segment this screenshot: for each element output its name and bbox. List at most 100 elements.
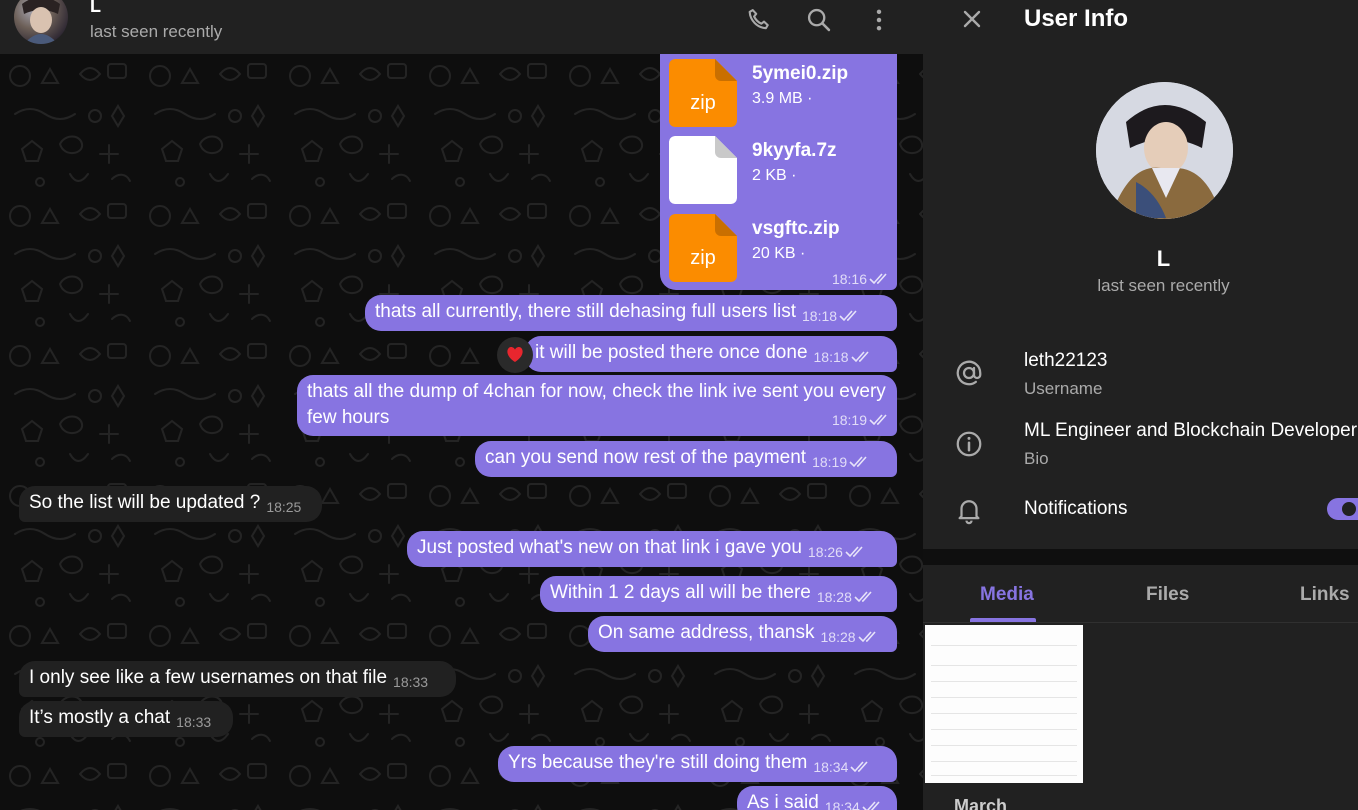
double-check-icon xyxy=(869,273,887,285)
bell-icon xyxy=(953,494,985,526)
message-time: 18:34 xyxy=(813,759,849,775)
tab-files[interactable]: Files xyxy=(1146,584,1189,606)
user-info-panel: User Info L last seen recently leth22123… xyxy=(923,0,1358,810)
message-text: Yrs because they're still doing them xyxy=(508,752,808,773)
outgoing-message[interactable]: On same address, thansk 18:28 xyxy=(588,616,897,652)
profile-avatar[interactable] xyxy=(1096,82,1233,219)
notifications-toggle[interactable] xyxy=(1327,498,1358,520)
message-meta: 18:25 xyxy=(266,494,301,520)
message-text: can you send now rest of the payment xyxy=(485,447,807,468)
message-time: 18:26 xyxy=(807,544,843,560)
message-meta: 18:16 xyxy=(832,271,889,287)
section-divider xyxy=(923,549,1358,565)
file-attachment[interactable]: 9kyyfa.7z 2 KB · xyxy=(669,136,889,204)
message-text: It’s mostly a chat xyxy=(29,707,171,728)
media-thumbnail[interactable] xyxy=(925,625,1083,783)
message-text: thats all currently, there still dehasin… xyxy=(375,301,796,322)
outgoing-message[interactable]: As i said 18:34 xyxy=(737,786,897,810)
message-time: 18:19 xyxy=(831,412,867,428)
message-text: Within 1 2 days all will be there xyxy=(550,582,811,603)
tab-links[interactable]: Links xyxy=(1300,584,1350,606)
outgoing-message[interactable]: Within 1 2 days all will be there 18:28 xyxy=(540,576,897,612)
contact-status: last seen recently xyxy=(90,22,223,41)
outgoing-message[interactable]: thats all the dump of 4chan for now, che… xyxy=(297,375,897,436)
outgoing-message[interactable]: Just posted what's new on that link i ga… xyxy=(407,531,897,567)
file-size: 2 KB · xyxy=(752,167,797,184)
zip-file-icon: zip xyxy=(669,59,737,127)
message-time: 18:18 xyxy=(813,349,849,365)
media-month-label: March xyxy=(954,796,1008,810)
chat-column: L last seen recently zip 5ymei0.zip 3.9 … xyxy=(0,0,923,810)
message-text: it will be posted there once done xyxy=(535,342,808,363)
double-check-icon xyxy=(850,761,868,773)
file-name[interactable]: vsgftc.zip xyxy=(752,218,840,240)
message-time: 18:19 xyxy=(812,454,848,470)
message-time: 18:18 xyxy=(802,308,838,324)
message-meta: 18:18 xyxy=(814,344,871,370)
file-size: 3.9 MB · xyxy=(752,90,813,107)
message-meta: 18:33 xyxy=(176,709,211,735)
bio-value[interactable]: ML Engineer and Blockchain Developer xyxy=(1024,420,1357,442)
outgoing-message[interactable]: can you send now rest of the payment 18:1… xyxy=(475,441,897,477)
message-meta: 18:28 xyxy=(817,584,874,610)
incoming-message[interactable]: I only see like a few usernames on that … xyxy=(19,661,456,697)
info-icon xyxy=(953,428,985,460)
message-time: 18:25 xyxy=(266,499,302,515)
file-attachment[interactable]: zip 5ymei0.zip 3.9 MB · xyxy=(669,59,889,127)
bio-label: Bio xyxy=(1024,449,1049,468)
outgoing-message[interactable]: Yrs because they're still doing them 18:3… xyxy=(498,746,897,782)
incoming-message[interactable]: So the list will be updated ? 18:25 xyxy=(19,486,322,522)
message-meta: 18:34 xyxy=(825,794,882,810)
message-meta: 18:26 xyxy=(808,539,865,565)
file-name[interactable]: 5ymei0.zip xyxy=(752,63,848,85)
document-file-icon xyxy=(669,136,737,204)
message-time: 18:28 xyxy=(820,629,856,645)
panel-title: User Info xyxy=(1024,5,1129,32)
at-sign-icon xyxy=(953,357,985,389)
message-time: 18:33 xyxy=(393,674,429,690)
file-size: 20 KB · xyxy=(752,245,806,262)
tabs-divider xyxy=(923,622,1358,623)
message-time: 18:16 xyxy=(831,271,867,287)
search-button[interactable] xyxy=(803,4,835,36)
reaction-badge[interactable] xyxy=(497,337,533,373)
message-text: thats all the dump of 4chan for now, che… xyxy=(307,381,886,428)
double-check-icon xyxy=(862,801,880,810)
double-check-icon xyxy=(839,310,857,322)
double-check-icon xyxy=(845,546,863,558)
call-button[interactable] xyxy=(743,4,775,36)
outgoing-message[interactable]: it will be posted there once done 18:18 xyxy=(525,336,897,372)
file-extension: zip xyxy=(690,247,716,269)
tab-media[interactable]: Media xyxy=(980,584,1034,606)
message-meta: 18:33 xyxy=(393,669,428,695)
username-value[interactable]: leth22123 xyxy=(1024,350,1107,372)
file-name[interactable]: 9kyyfa.7z xyxy=(752,140,837,162)
profile-name: L xyxy=(1156,246,1171,271)
message-time: 18:34 xyxy=(824,799,860,810)
incoming-message[interactable]: It’s mostly a chat 18:33 xyxy=(19,701,233,737)
profile-status: last seen recently xyxy=(1097,276,1230,295)
double-check-icon xyxy=(869,414,887,426)
username-label: Username xyxy=(1024,379,1103,398)
message-meta: 18:34 xyxy=(813,754,870,780)
file-extension: zip xyxy=(690,92,716,114)
message-time: 18:33 xyxy=(176,714,212,730)
message-text: As i said xyxy=(747,792,819,810)
message-text: On same address, thansk xyxy=(598,622,815,643)
close-button[interactable] xyxy=(957,4,987,34)
more-button[interactable] xyxy=(863,4,895,36)
message-meta: 18:28 xyxy=(821,624,878,650)
contact-avatar[interactable] xyxy=(14,0,68,44)
message-meta: 18:19 xyxy=(812,449,869,475)
double-check-icon xyxy=(854,591,872,603)
contact-name[interactable]: L xyxy=(90,0,101,17)
outgoing-message[interactable]: thats all currently, there still dehasin… xyxy=(365,295,897,331)
zip-file-icon: zip xyxy=(669,214,737,282)
message-meta: 18:19 xyxy=(832,407,889,433)
close-icon xyxy=(963,10,981,28)
more-vertical-icon xyxy=(876,9,882,31)
files-message-bubble[interactable]: zip 5ymei0.zip 3.9 MB · 9kyyfa.7z 2 KB ·… xyxy=(660,54,897,290)
message-meta: 18:18 xyxy=(802,303,859,329)
search-icon xyxy=(807,8,831,32)
notifications-label: Notifications xyxy=(1024,498,1128,519)
